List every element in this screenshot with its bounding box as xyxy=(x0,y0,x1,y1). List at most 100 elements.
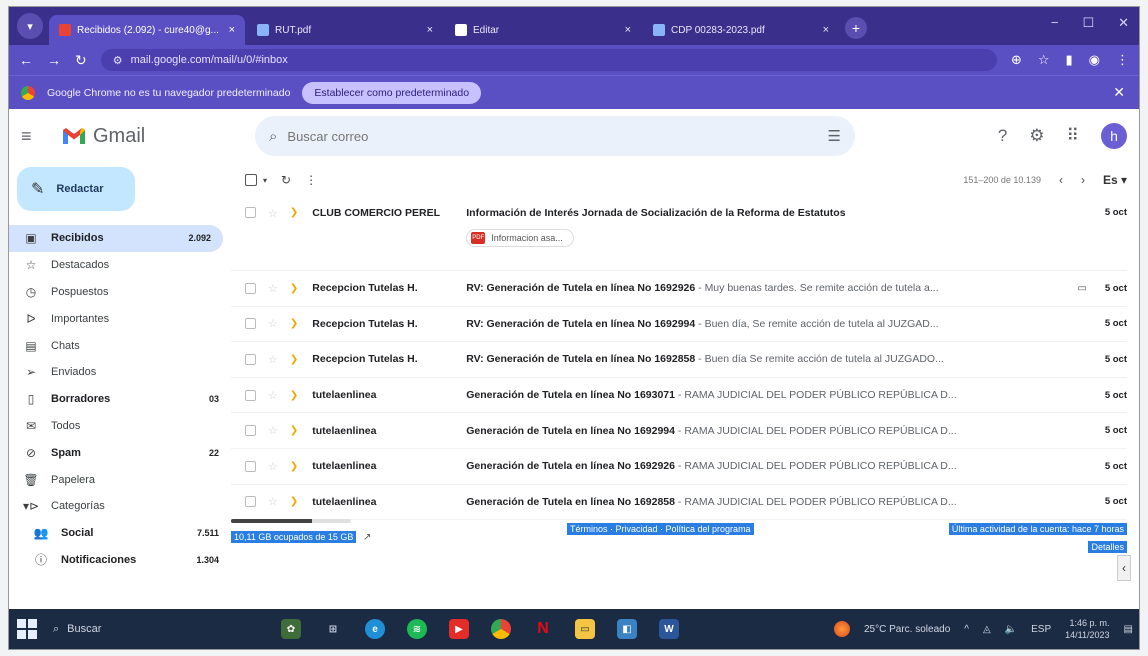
gmail-logo[interactable]: Gmail xyxy=(61,125,211,148)
windows-start-icon[interactable] xyxy=(17,619,37,639)
email-row[interactable]: ☆ ❯ Recepcion Tutelas H. RV: Generación de … xyxy=(231,271,1127,307)
refresh-icon[interactable]: ↻ xyxy=(281,173,291,187)
row-checkbox[interactable] xyxy=(245,353,256,365)
sidebar-item[interactable]: ▤ Chats xyxy=(9,332,231,359)
keyboard-lang[interactable]: ESP xyxy=(1031,624,1051,635)
sidebar-item[interactable]: 👥 Social 7.511 xyxy=(9,520,231,547)
row-checkbox[interactable] xyxy=(245,460,256,472)
prev-page-icon[interactable]: ‹ xyxy=(1059,173,1063,187)
profile-icon[interactable]: ◉ xyxy=(1089,52,1100,68)
address-bar[interactable]: ⚙ mail.google.com/mail/u/0/#inbox xyxy=(100,49,997,71)
sidebar-item[interactable]: ✉ Todos xyxy=(9,413,231,440)
clock[interactable]: 1:46 p. m. 14/11/2023 xyxy=(1065,617,1109,641)
browser-tab[interactable]: RUT.pdf × xyxy=(247,15,443,45)
tab-search-icon[interactable]: ▾ xyxy=(17,13,43,39)
spotify-icon[interactable]: ≋ xyxy=(407,619,427,639)
task-view-icon[interactable]: ⊞ xyxy=(323,619,343,639)
select-all-checkbox[interactable] xyxy=(245,174,257,186)
account-avatar[interactable]: h xyxy=(1101,123,1127,149)
sidebar-item[interactable]: ⓘ Notificaciones 1.304 xyxy=(9,547,231,574)
important-marker-icon[interactable]: ❯ xyxy=(290,207,298,218)
back-icon[interactable]: ← xyxy=(19,52,33,68)
notifications-icon[interactable]: ▤ xyxy=(1124,624,1133,635)
youtube-icon[interactable]: ▶ xyxy=(449,619,469,639)
important-marker-icon[interactable]: ❯ xyxy=(290,496,298,507)
input-tools-button[interactable]: Es ▾ xyxy=(1103,173,1127,187)
settings-gear-icon[interactable]: ⚙ xyxy=(1029,126,1044,146)
important-marker-icon[interactable]: ❯ xyxy=(290,354,298,365)
new-tab-button[interactable]: + xyxy=(845,17,867,39)
sidebar-item[interactable]: ▯ Borradores 03 xyxy=(9,386,231,413)
email-row[interactable]: ☆ ❯ tutelaenlinea Generación de Tutela en l… xyxy=(231,378,1127,414)
star-icon[interactable]: ☆ xyxy=(268,282,278,295)
widgets-icon[interactable]: ✿ xyxy=(281,619,301,639)
search-icon[interactable]: ⌕ xyxy=(269,128,277,145)
email-row[interactable]: ☆ ❯ tutelaenlinea Generación de Tutela en l… xyxy=(231,449,1127,485)
row-checkbox[interactable] xyxy=(245,425,256,437)
star-icon[interactable]: ☆ xyxy=(268,207,278,220)
chrome-menu-icon[interactable]: ⋮ xyxy=(1116,52,1129,68)
star-icon[interactable]: ☆ xyxy=(268,495,278,508)
search-options-icon[interactable]: ☰ xyxy=(828,127,841,145)
row-checkbox[interactable] xyxy=(245,318,256,330)
store-icon[interactable]: ◧ xyxy=(617,619,637,639)
side-panel-icon[interactable]: ▮ xyxy=(1066,52,1073,68)
install-icon[interactable]: ⊕ xyxy=(1011,52,1022,68)
row-checkbox[interactable] xyxy=(245,282,256,294)
sidebar-item[interactable]: ⊘ Spam 22 xyxy=(9,439,231,466)
minimize-icon[interactable]: − xyxy=(1051,15,1059,31)
compose-button[interactable]: ✎ Redactar xyxy=(17,167,135,211)
browser-tab[interactable]: CDP 00283-2023.pdf × xyxy=(643,15,839,45)
weather-text[interactable]: 25°C Parc. soleado xyxy=(864,624,950,635)
weather-icon[interactable] xyxy=(834,621,850,637)
close-tab-icon[interactable]: × xyxy=(229,24,235,36)
important-marker-icon[interactable]: ❯ xyxy=(290,425,298,436)
close-tab-icon[interactable]: × xyxy=(823,24,829,36)
email-row[interactable]: ☆ ❯ Recepcion Tutelas H. RV: Generación de … xyxy=(231,307,1127,343)
next-page-icon[interactable]: › xyxy=(1081,173,1085,187)
tray-overflow-icon[interactable]: ^ xyxy=(964,624,969,635)
more-options-icon[interactable]: ⋮ xyxy=(305,173,317,187)
details-link[interactable]: Detalles xyxy=(1088,541,1127,553)
email-row[interactable]: ☆ ❯ Recepcion Tutelas H. RV: Generación de … xyxy=(231,342,1127,378)
star-icon[interactable]: ☆ xyxy=(268,317,278,330)
email-row[interactable]: ☆ ❯ tutelaenlinea Generación de Tutela en l… xyxy=(231,413,1127,449)
select-dropdown-icon[interactable]: ▾ xyxy=(263,176,267,185)
sidebar-item[interactable]: ➢ Enviados xyxy=(9,359,231,386)
footer-links[interactable]: Términos · Privacidad · Política del pro… xyxy=(567,523,754,535)
help-icon[interactable]: ? xyxy=(998,126,1007,146)
word-icon[interactable]: W xyxy=(659,619,679,639)
apps-grid-icon[interactable]: ⠿ xyxy=(1067,126,1079,146)
browser-tab[interactable]: Recibidos (2.092) - cure40@g... × xyxy=(49,15,245,45)
attachment-chip[interactable]: PDF Informacion asa... xyxy=(466,229,574,247)
maximize-icon[interactable]: ☐ xyxy=(1082,15,1094,31)
important-marker-icon[interactable]: ❯ xyxy=(290,461,298,472)
sidebar-item[interactable]: ᐅ Importantes xyxy=(9,305,231,332)
taskbar-search[interactable]: ⌕ Buscar xyxy=(53,623,233,636)
close-infobar-icon[interactable]: ✕ xyxy=(1113,84,1125,101)
sidebar-item[interactable]: 🗑 Papelera xyxy=(9,466,231,493)
row-checkbox[interactable] xyxy=(245,207,256,218)
open-storage-icon[interactable]: ↗ xyxy=(363,532,371,543)
important-marker-icon[interactable]: ❯ xyxy=(290,390,298,401)
browser-tab[interactable]: Editar × xyxy=(445,15,641,45)
storage-text[interactable]: 10,11 GB ocupados de 15 GB xyxy=(231,531,357,543)
important-marker-icon[interactable]: ❯ xyxy=(290,318,298,329)
star-icon[interactable]: ☆ xyxy=(268,389,278,402)
forward-icon[interactable]: → xyxy=(47,52,61,68)
email-row[interactable]: ☆ ❯ tutelaenlinea Generación de Tutela en l… xyxy=(231,485,1127,521)
star-icon[interactable]: ☆ xyxy=(268,353,278,366)
main-menu-icon[interactable]: ≡ xyxy=(21,126,45,147)
sidebar-item[interactable]: ◷ Pospuestos xyxy=(9,279,231,306)
row-checkbox[interactable] xyxy=(245,389,256,401)
sidebar-item[interactable]: ▾⊳ Categorías xyxy=(9,493,231,520)
sidebar-item[interactable]: ▣ Recibidos 2.092 xyxy=(9,225,223,252)
set-default-button[interactable]: Establecer como predeterminado xyxy=(302,81,482,104)
chrome-icon[interactable] xyxy=(491,619,511,639)
email-row[interactable]: ☆ ❯ CLUB COMERCIO PEREL Información de Inte… xyxy=(231,197,1127,271)
file-explorer-icon[interactable]: ▭ xyxy=(575,619,595,639)
volume-icon[interactable]: 🔈 xyxy=(1005,624,1017,635)
important-marker-icon[interactable]: ❯ xyxy=(290,283,298,294)
close-tab-icon[interactable]: × xyxy=(625,24,631,36)
network-icon[interactable]: ◬ xyxy=(983,624,991,635)
